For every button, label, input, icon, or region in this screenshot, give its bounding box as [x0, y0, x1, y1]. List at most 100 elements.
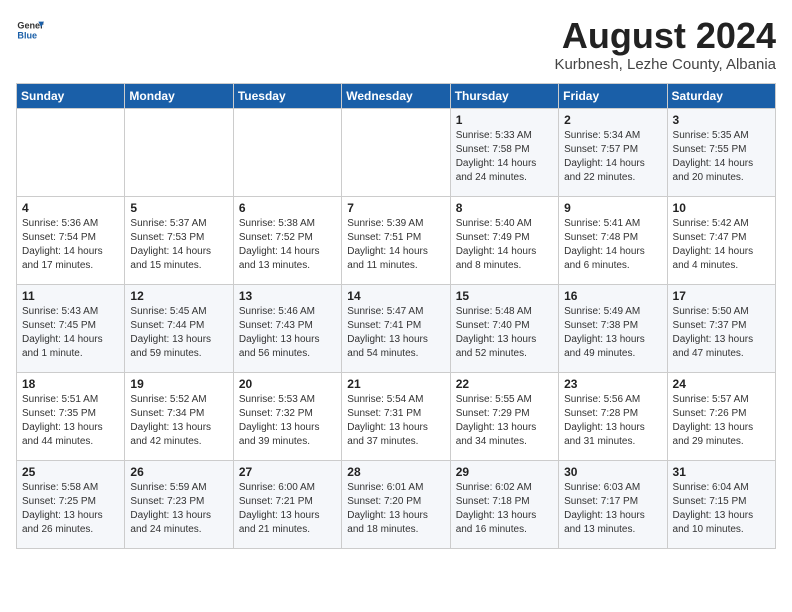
- calendar-week-row: 4 Sunrise: 5:36 AMSunset: 7:54 PMDaylight…: [17, 196, 776, 284]
- day-number: 20: [239, 377, 336, 391]
- day-detail: Sunrise: 5:43 AMSunset: 7:45 PMDaylight:…: [22, 305, 119, 361]
- calendar-week-row: 11 Sunrise: 5:43 AMSunset: 7:45 PMDayligh…: [17, 284, 776, 372]
- day-detail: Sunrise: 5:56 AMSunset: 7:28 PMDaylight:…: [564, 393, 661, 449]
- calendar-cell: 5Sunrise: 5:37 AMSunset: 7:53 PMDaylight…: [125, 196, 233, 284]
- day-number: 23: [564, 377, 661, 391]
- day-number: 19: [130, 377, 227, 391]
- day-number: 28: [347, 465, 444, 479]
- day-detail: Sunrise: 5:51 AMSunset: 7:35 PMDaylight:…: [22, 393, 119, 449]
- calendar-cell: 25Sunrise: 5:58 AMSunset: 7:25 PMDayligh…: [17, 460, 125, 548]
- svg-text:Blue: Blue: [17, 30, 37, 40]
- calendar-cell: 26 Sunrise: 5:59 AMSunset: 7:23 PMDayligh…: [125, 460, 233, 548]
- calendar-cell: 27Sunrise: 6:00 AMSunset: 7:21 PMDayligh…: [233, 460, 341, 548]
- calendar-cell: 17 Sunrise: 5:50 AMSunset: 7:37 PMDayligh…: [667, 284, 775, 372]
- day-detail: Sunrise: 6:00 AMSunset: 7:21 PMDaylight:…: [239, 481, 336, 537]
- day-detail: Sunrise: 5:57 AMSunset: 7:26 PMDaylight:…: [673, 393, 770, 449]
- day-detail: Sunrise: 5:35 AMSunset: 7:55 PMDaylight:…: [673, 129, 770, 185]
- day-number: 30: [564, 465, 661, 479]
- page-header: General Blue August 2024 Kurbnesh, Lezhe…: [16, 16, 776, 73]
- day-number: 6: [239, 201, 336, 215]
- day-detail: Sunrise: 5:55 AMSunset: 7:29 PMDaylight:…: [456, 393, 553, 449]
- calendar-cell: 8Sunrise: 5:40 AMSunset: 7:49 PMDaylight…: [450, 196, 558, 284]
- calendar-cell: [125, 108, 233, 196]
- calendar-cell: 18Sunrise: 5:51 AMSunset: 7:35 PMDayligh…: [17, 372, 125, 460]
- day-detail: Sunrise: 5:47 AMSunset: 7:41 PMDaylight:…: [347, 305, 444, 361]
- day-detail: Sunrise: 5:39 AMSunset: 7:51 PMDaylight:…: [347, 217, 444, 273]
- calendar-cell: [342, 108, 450, 196]
- day-detail: Sunrise: 5:49 AMSunset: 7:38 PMDaylight:…: [564, 305, 661, 361]
- day-detail: Sunrise: 5:36 AMSunset: 7:54 PMDaylight:…: [22, 217, 119, 273]
- calendar-cell: 14 Sunrise: 5:47 AMSunset: 7:41 PMDayligh…: [342, 284, 450, 372]
- day-number: 21: [347, 377, 444, 391]
- day-detail: Sunrise: 5:52 AMSunset: 7:34 PMDaylight:…: [130, 393, 227, 449]
- calendar-cell: 13 Sunrise: 5:46 AMSunset: 7:43 PMDayligh…: [233, 284, 341, 372]
- calendar-cell: 28 Sunrise: 6:01 AMSunset: 7:20 PMDayligh…: [342, 460, 450, 548]
- day-detail: Sunrise: 5:48 AMSunset: 7:40 PMDaylight:…: [456, 305, 553, 361]
- day-number: 16: [564, 289, 661, 303]
- day-detail: Sunrise: 5:50 AMSunset: 7:37 PMDaylight:…: [673, 305, 770, 361]
- day-detail: Sunrise: 6:03 AMSunset: 7:17 PMDaylight:…: [564, 481, 661, 537]
- day-detail: Sunrise: 5:59 AMSunset: 7:23 PMDaylight:…: [130, 481, 227, 537]
- day-number: 29: [456, 465, 553, 479]
- day-detail: Sunrise: 5:45 AMSunset: 7:44 PMDaylight:…: [130, 305, 227, 361]
- day-detail: Sunrise: 5:53 AMSunset: 7:32 PMDaylight:…: [239, 393, 336, 449]
- calendar-cell: [17, 108, 125, 196]
- day-detail: Sunrise: 5:41 AMSunset: 7:48 PMDaylight:…: [564, 217, 661, 273]
- weekday-header-wednesday: Wednesday: [342, 83, 450, 108]
- calendar-cell: 16 Sunrise: 5:49 AMSunset: 7:38 PMDayligh…: [559, 284, 667, 372]
- calendar-cell: 29 Sunrise: 6:02 AMSunset: 7:18 PMDayligh…: [450, 460, 558, 548]
- day-number: 8: [456, 201, 553, 215]
- day-number: 15: [456, 289, 553, 303]
- day-number: 13: [239, 289, 336, 303]
- calendar-cell: 21 Sunrise: 5:54 AMSunset: 7:31 PMDayligh…: [342, 372, 450, 460]
- day-detail: Sunrise: 5:46 AMSunset: 7:43 PMDaylight:…: [239, 305, 336, 361]
- logo-icon: General Blue: [16, 16, 44, 44]
- day-number: 9: [564, 201, 661, 215]
- weekday-header-row: SundayMondayTuesdayWednesdayThursdayFrid…: [17, 83, 776, 108]
- calendar-cell: 19 Sunrise: 5:52 AMSunset: 7:34 PMDayligh…: [125, 372, 233, 460]
- day-detail: Sunrise: 5:42 AMSunset: 7:47 PMDaylight:…: [673, 217, 770, 273]
- day-number: 26: [130, 465, 227, 479]
- calendar-cell: 7Sunrise: 5:39 AMSunset: 7:51 PMDaylight…: [342, 196, 450, 284]
- location: Kurbnesh, Lezhe County, Albania: [554, 56, 776, 73]
- calendar-cell: 6 Sunrise: 5:38 AMSunset: 7:52 PMDaylight…: [233, 196, 341, 284]
- calendar-cell: 30 Sunrise: 6:03 AMSunset: 7:17 PMDayligh…: [559, 460, 667, 548]
- day-number: 3: [673, 113, 770, 127]
- weekday-header-tuesday: Tuesday: [233, 83, 341, 108]
- weekday-header-thursday: Thursday: [450, 83, 558, 108]
- calendar-cell: 2 Sunrise: 5:34 AMSunset: 7:57 PMDaylight…: [559, 108, 667, 196]
- day-number: 4: [22, 201, 119, 215]
- day-detail: Sunrise: 6:01 AMSunset: 7:20 PMDaylight:…: [347, 481, 444, 537]
- weekday-header-friday: Friday: [559, 83, 667, 108]
- weekday-header-sunday: Sunday: [17, 83, 125, 108]
- day-detail: Sunrise: 5:58 AMSunset: 7:25 PMDaylight:…: [22, 481, 119, 537]
- title-block: August 2024 Kurbnesh, Lezhe County, Alba…: [554, 16, 776, 73]
- day-detail: Sunrise: 6:02 AMSunset: 7:18 PMDaylight:…: [456, 481, 553, 537]
- day-detail: Sunrise: 5:38 AMSunset: 7:52 PMDaylight:…: [239, 217, 336, 273]
- month-year: August 2024: [554, 16, 776, 56]
- day-number: 2: [564, 113, 661, 127]
- calendar-cell: [233, 108, 341, 196]
- day-number: 1: [456, 113, 553, 127]
- day-number: 24: [673, 377, 770, 391]
- calendar-cell: 31Sunrise: 6:04 AMSunset: 7:15 PMDayligh…: [667, 460, 775, 548]
- day-detail: Sunrise: 5:37 AMSunset: 7:53 PMDaylight:…: [130, 217, 227, 273]
- calendar-cell: 20 Sunrise: 5:53 AMSunset: 7:32 PMDayligh…: [233, 372, 341, 460]
- calendar-cell: 24 Sunrise: 5:57 AMSunset: 7:26 PMDayligh…: [667, 372, 775, 460]
- calendar-cell: 10 Sunrise: 5:42 AMSunset: 7:47 PMDayligh…: [667, 196, 775, 284]
- day-number: 17: [673, 289, 770, 303]
- day-number: 22: [456, 377, 553, 391]
- calendar-cell: 11 Sunrise: 5:43 AMSunset: 7:45 PMDayligh…: [17, 284, 125, 372]
- day-number: 14: [347, 289, 444, 303]
- day-detail: Sunrise: 5:34 AMSunset: 7:57 PMDaylight:…: [564, 129, 661, 185]
- calendar-cell: 23 Sunrise: 5:56 AMSunset: 7:28 PMDayligh…: [559, 372, 667, 460]
- day-detail: Sunrise: 5:54 AMSunset: 7:31 PMDaylight:…: [347, 393, 444, 449]
- weekday-header-saturday: Saturday: [667, 83, 775, 108]
- calendar-cell: 4 Sunrise: 5:36 AMSunset: 7:54 PMDaylight…: [17, 196, 125, 284]
- day-number: 11: [22, 289, 119, 303]
- weekday-header-monday: Monday: [125, 83, 233, 108]
- day-number: 12: [130, 289, 227, 303]
- day-number: 10: [673, 201, 770, 215]
- calendar-cell: 12 Sunrise: 5:45 AMSunset: 7:44 PMDayligh…: [125, 284, 233, 372]
- day-detail: Sunrise: 6:04 AMSunset: 7:15 PMDaylight:…: [673, 481, 770, 537]
